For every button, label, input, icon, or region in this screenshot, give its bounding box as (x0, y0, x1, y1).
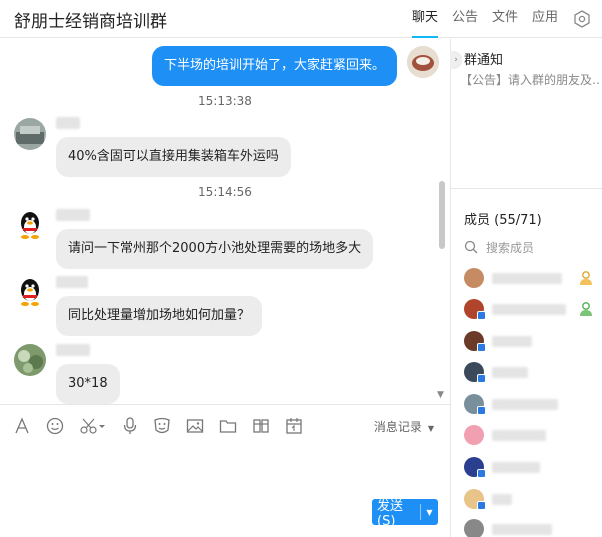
member-item[interactable] (464, 299, 594, 321)
avatar-self[interactable] (407, 46, 439, 78)
header-tabs: 聊天 公告 文件 应用 (411, 0, 602, 38)
sidebar-divider (451, 188, 602, 189)
member-name-blurred (492, 494, 512, 505)
member-item[interactable] (464, 489, 594, 511)
member-avatar (464, 519, 484, 537)
group-title: 舒朋士经销商培训群 (14, 12, 167, 32)
collapse-sidebar-chevron-icon[interactable]: › (450, 51, 462, 69)
member-status-badge (477, 406, 486, 415)
tab-apps[interactable]: 应用 (532, 0, 558, 38)
emoji-icon[interactable] (44, 415, 66, 437)
member-item[interactable] (464, 394, 594, 416)
microphone-icon[interactable] (119, 415, 141, 437)
avatar-penguin[interactable] (14, 209, 46, 241)
tab-files[interactable]: 文件 (492, 0, 518, 38)
member-status-badge (477, 469, 486, 478)
scroll-down-arrow-icon[interactable]: ▼ (437, 390, 444, 400)
owner-icon (580, 271, 592, 285)
message-bubble: 同比处理量增加场地如何加量？ (56, 296, 263, 336)
message-bubble: 请问一下常州那个2000方小池处理需要的场地多大 (56, 229, 374, 269)
member-item[interactable] (464, 362, 594, 384)
member-avatar (464, 425, 484, 445)
avatar-member[interactable] (14, 344, 46, 376)
avatar-member[interactable] (14, 118, 46, 150)
member-status-badge (477, 374, 486, 383)
scissors-icon[interactable] (79, 415, 107, 437)
admin-icon (580, 302, 592, 316)
group-notice-text[interactable]: 【公告】请入群的朋友及… (460, 71, 600, 88)
font-icon[interactable] (11, 415, 33, 437)
history-label: 消息记录 (373, 420, 422, 434)
member-name-blurred (492, 430, 546, 441)
sender-name-blurred (56, 276, 88, 288)
member-status-badge (477, 343, 486, 352)
send-options-chevron-icon[interactable]: ▼ (421, 508, 438, 517)
member-item[interactable] (464, 268, 594, 290)
calendar-icon[interactable] (283, 415, 305, 437)
avatar-penguin[interactable] (14, 276, 46, 308)
member-search[interactable]: 搜索成员 (464, 238, 534, 256)
member-status-badge (477, 311, 486, 320)
message-bubble: 30*18 (56, 364, 120, 404)
member-name-blurred (492, 304, 566, 315)
image-icon[interactable] (184, 415, 206, 437)
member-item[interactable] (464, 425, 594, 447)
chat-scrollbar[interactable] (439, 181, 445, 249)
member-item[interactable] (464, 457, 594, 479)
chevron-down-icon: ▼ (427, 424, 434, 433)
member-status-badge (477, 501, 486, 510)
member-name-blurred (492, 399, 558, 410)
face-icon[interactable] (151, 415, 173, 437)
tab-announcement[interactable]: 公告 (452, 0, 478, 38)
hexagon-settings-icon[interactable] (572, 9, 592, 29)
sender-name-blurred (56, 209, 90, 221)
chat-header: 舒朋士经销商培训群 聊天 公告 文件 应用 (0, 0, 602, 38)
sender-name-blurred (56, 117, 80, 129)
group-sidebar: › 群通知 【公告】请入群的朋友及… 成员 (55/71) 搜索成员 (450, 39, 602, 537)
member-name-blurred (492, 336, 532, 347)
member-item[interactable] (464, 519, 594, 537)
timestamp: 15:13:38 (198, 94, 252, 108)
message-bubble: 40%含固可以直接用集装箱车外运吗 (56, 137, 291, 177)
member-avatar (464, 268, 484, 288)
search-icon (464, 240, 478, 254)
member-name-blurred (492, 273, 562, 284)
member-name-blurred (492, 524, 552, 535)
message-history-button[interactable]: 消息记录 ▼ (374, 418, 434, 435)
red-packet-icon[interactable] (250, 415, 272, 437)
member-name-blurred (492, 367, 528, 378)
composer-toolbar: 消息记录 ▼ (0, 404, 450, 448)
chat-message-area[interactable]: 下半场的培训开始了，大家赶紧回来。 15:13:38 40%含固可以直接用集装箱… (0, 39, 450, 404)
members-count: 成员 (55/71) (464, 213, 542, 228)
tab-chat[interactable]: 聊天 (411, 0, 438, 38)
member-item[interactable] (464, 331, 594, 353)
timestamp: 15:14:56 (198, 185, 252, 199)
sender-name-blurred (56, 344, 90, 356)
member-name-blurred (492, 462, 540, 473)
send-label: 发送(S) (377, 499, 404, 529)
send-button[interactable]: 发送(S) ▼ (372, 499, 438, 529)
search-placeholder: 搜索成员 (486, 240, 535, 255)
folder-icon[interactable] (217, 415, 239, 437)
group-notice-title[interactable]: 群通知 (464, 49, 503, 68)
message-bubble-self: 下半场的培训开始了，大家赶紧回来。 (152, 46, 398, 86)
